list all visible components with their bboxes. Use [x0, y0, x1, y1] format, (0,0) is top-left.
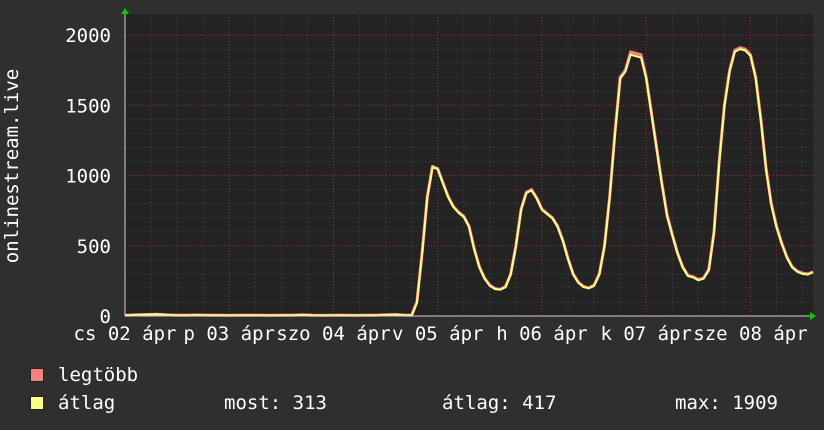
y-axis-ticks: 0 500 1000 1500 2000 [65, 25, 111, 328]
legend-swatch-atlag [30, 396, 44, 410]
y-tick-label: 1500 [65, 95, 111, 117]
y-axis-arrow [121, 8, 129, 14]
stat-max: max: 1909 [675, 392, 778, 414]
legend-item-legtobb: legtöbb [30, 361, 138, 389]
x-tick-label: v 05 ápr [392, 323, 484, 345]
x-tick-label: szo 04 ápr [276, 323, 390, 345]
y-tick-label: 0 [100, 306, 111, 328]
y-tick-label: 2000 [65, 25, 111, 47]
chart-svg: cs 02 ápr p 03 ápr szo 04 ápr v 05 ápr h 06 … [1, 8, 816, 345]
x-tick-label: k 07 ápr [600, 323, 692, 345]
legend-label-atlag: átlag [58, 392, 116, 414]
stat-atlag: átlag: 417 [442, 392, 557, 414]
x-tick-label: h 06 ápr [496, 323, 588, 345]
x-tick-label: p 03 ápr [183, 323, 275, 345]
y-axis-label: onlinestream.live [1, 69, 23, 263]
y-tick-label: 500 [77, 236, 111, 258]
x-axis-ticks: cs 02 ápr p 03 ápr szo 04 ápr v 05 ápr h 06 … [74, 323, 808, 345]
legend-item-atlag: átlag [30, 389, 115, 417]
legend-label-legtobb: legtöbb [58, 364, 139, 386]
x-tick-label: cs 02 ápr [74, 323, 177, 345]
x-tick-label: sze 08 ápr [693, 323, 807, 345]
stat-most: most: 313 [224, 392, 327, 414]
y-tick-label: 1000 [65, 166, 111, 188]
legend-swatch-legtobb [30, 368, 44, 382]
